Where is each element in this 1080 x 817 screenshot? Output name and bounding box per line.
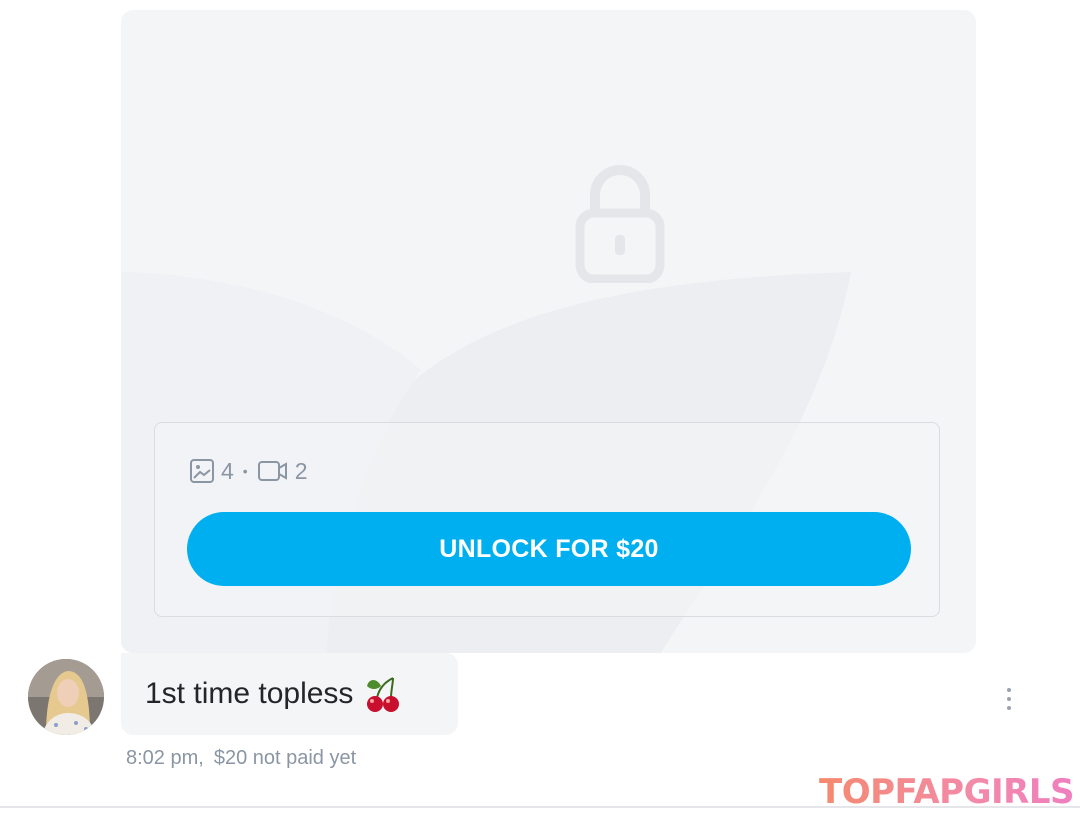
message-text: 1st time topless <box>145 677 354 710</box>
photo-count: 4 <box>221 457 234 484</box>
count-separator: • <box>242 463 248 479</box>
unlock-button[interactable]: UNLOCK FOR $20 <box>187 512 911 586</box>
payment-status: $20 not paid yet <box>213 747 357 769</box>
more-options-button[interactable] <box>996 682 1022 716</box>
message-bubble: 1st time topless <box>121 653 458 735</box>
watermark: TOPFAPGIRLS <box>819 772 1074 812</box>
message-time: 8:02 pm, <box>126 747 204 769</box>
image-icon <box>190 459 214 483</box>
unlock-panel: 4 • 2 UNLOCK FOR $20 <box>154 422 940 617</box>
video-icon <box>257 461 287 481</box>
media-counts: 4 • 2 <box>189 456 308 486</box>
cherries-emoji <box>367 677 400 712</box>
avatar-image <box>28 659 104 735</box>
more-vertical-icon <box>1007 688 1011 692</box>
locked-media-card: 4 • 2 UNLOCK FOR $20 <box>121 10 976 653</box>
avatar[interactable] <box>28 659 104 735</box>
message-meta: 8:02 pm, $20 not paid yet <box>126 747 356 770</box>
video-count: 2 <box>294 457 308 484</box>
chat-view: 4 • 2 UNLOCK FOR $20 1st time topless 8:… <box>0 0 1080 817</box>
lock-icon <box>575 165 665 283</box>
